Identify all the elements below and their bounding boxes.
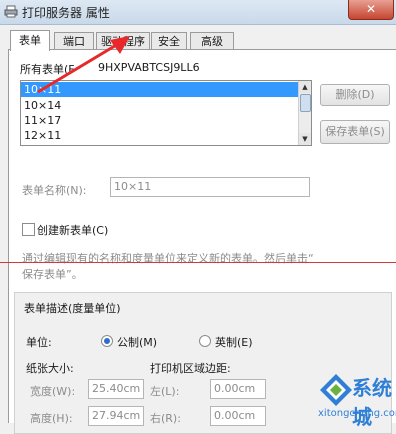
watermark-logo-icon bbox=[318, 372, 354, 411]
description-line-2: 保存表单”。 bbox=[22, 268, 83, 281]
scroll-down-icon[interactable]: ▼ bbox=[299, 133, 311, 145]
left-margin-label: 左(L): bbox=[150, 385, 180, 398]
save-form-button[interactable]: 保存表单(S) bbox=[320, 120, 390, 144]
tab-security[interactable]: 安全 bbox=[151, 32, 187, 50]
annotation-line bbox=[0, 262, 396, 263]
height-label: 高度(H): bbox=[30, 412, 73, 425]
right-margin-field[interactable]: 0.00cm bbox=[210, 406, 266, 426]
watermark-url: xitongcheng.com bbox=[318, 408, 396, 419]
units-label: 单位: bbox=[26, 336, 52, 349]
form-name-field[interactable]: 10×11 bbox=[110, 177, 310, 197]
window-title: 打印服务器 属性 bbox=[22, 6, 110, 20]
paper-size-label: 纸张大小: bbox=[26, 362, 74, 375]
form-name-label: 表单名称(N): bbox=[22, 184, 87, 197]
scroll-up-icon[interactable]: ▲ bbox=[299, 81, 311, 93]
right-margin-label: 右(R): bbox=[150, 412, 181, 425]
tab-forms[interactable]: 表单 bbox=[10, 30, 50, 51]
english-radio[interactable] bbox=[199, 335, 211, 347]
metric-label: 公制(M) bbox=[117, 336, 158, 349]
scroll-thumb[interactable] bbox=[300, 94, 311, 112]
watermark-brand: 系统城 bbox=[352, 376, 392, 429]
group-title: 表单描述(度量单位) bbox=[24, 302, 121, 315]
list-scrollbar[interactable]: ▲ ▼ bbox=[298, 81, 311, 145]
height-field[interactable]: 27.94cm bbox=[88, 406, 144, 426]
create-new-checkbox[interactable] bbox=[22, 223, 35, 236]
description-line-1: 通过编辑现有的名称和度量单位来定义新的表单。然后单击“ bbox=[22, 252, 314, 265]
left-margin-field[interactable]: 0.00cm bbox=[210, 379, 266, 399]
list-item[interactable]: 12×11 bbox=[21, 128, 300, 143]
tab-advanced[interactable]: 高级 bbox=[190, 32, 234, 50]
metric-radio[interactable] bbox=[101, 335, 113, 347]
width-label: 宽度(W): bbox=[30, 385, 76, 398]
english-label: 英制(E) bbox=[215, 336, 253, 349]
list-item[interactable]: 11×17 bbox=[21, 113, 300, 128]
create-new-label: 创建新表单(C) bbox=[37, 224, 109, 237]
width-field[interactable]: 25.40cm bbox=[88, 379, 144, 399]
printer-margins-label: 打印机区域边距: bbox=[150, 362, 231, 375]
printer-icon bbox=[4, 5, 18, 18]
close-button[interactable]: ✕ bbox=[348, 0, 394, 20]
close-icon: ✕ bbox=[365, 2, 377, 16]
delete-button[interactable]: 删除(D) bbox=[320, 84, 390, 106]
list-item[interactable]: 10×14 bbox=[21, 98, 300, 113]
